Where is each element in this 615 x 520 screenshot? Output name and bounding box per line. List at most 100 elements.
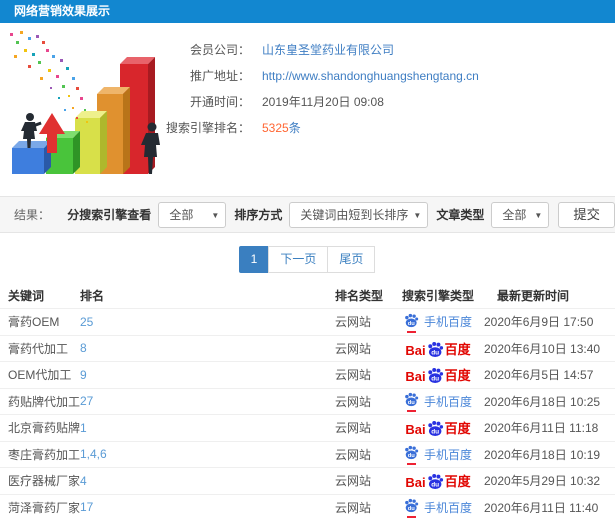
table-header-row: 关键词 排名 排名类型 搜索引擎类型 最新更新时间 bbox=[0, 283, 615, 308]
table-row: 菏泽膏药厂家 17 云网站 du 手机百度 2020年6月11日 11:40 bbox=[0, 493, 615, 520]
baidu-cn-text: 百度 bbox=[444, 368, 471, 384]
table-body: 膏药OEM 25 云网站 du 手机百度 2020年6月9日 17:50 膏药代… bbox=[0, 308, 615, 520]
mobile-baidu-label: 手机百度 bbox=[423, 315, 472, 330]
baidu-pc-logo: Bai du 百度 bbox=[405, 471, 471, 490]
keyword-cell: 北京膏药贴牌 bbox=[8, 421, 81, 436]
header-rank: 排名 bbox=[80, 289, 105, 303]
engine-filter-select[interactable]: 全部 ▼ bbox=[158, 201, 227, 228]
keyword-cell: 膏药代加工 bbox=[8, 341, 69, 356]
rank-link[interactable]: 27 bbox=[80, 394, 93, 408]
table-row: OEM代加工 9 云网站 Bai du 百度 2020年6月5日 14:57 bbox=[0, 361, 615, 388]
keyword-cell: 菏泽膏药厂家 bbox=[8, 500, 81, 515]
baidu-paw-icon: du bbox=[404, 498, 419, 519]
baidu-pc-logo: Bai du 百度 bbox=[405, 365, 471, 384]
chevron-down-icon: ▼ bbox=[211, 210, 220, 220]
article-type-select[interactable]: 全部 ▼ bbox=[491, 201, 550, 228]
sort-filter-label: 排序方式 bbox=[234, 208, 283, 222]
rank-type-cell: 云网站 bbox=[335, 341, 372, 356]
rank-count: 5325 bbox=[262, 121, 289, 135]
baidu-paw-icon: du bbox=[404, 445, 419, 466]
keyword-cell: OEM代加工 bbox=[8, 368, 72, 383]
sort-filter-select[interactable]: 关键词由短到长排序 ▼ bbox=[289, 201, 429, 228]
next-page-button[interactable]: 下一页 bbox=[268, 246, 329, 273]
confetti-decoration bbox=[10, 31, 88, 123]
company-link[interactable]: 山东皇圣堂药业有限公司 bbox=[262, 37, 394, 63]
keyword-cell: 枣庄膏药加工 bbox=[8, 447, 81, 462]
updated-time-cell: 2020年6月10日 13:40 bbox=[484, 341, 601, 356]
header-updated: 最新更新时间 bbox=[497, 289, 570, 303]
engine-filter-label: 分搜索引擎查看 bbox=[67, 208, 152, 222]
chevron-down-icon: ▼ bbox=[413, 210, 422, 220]
keyword-cell: 药贴牌代加工 bbox=[8, 394, 81, 409]
table-row: 药贴牌代加工 27 云网站 du 手机百度 2020年6月18日 10:25 bbox=[0, 387, 615, 415]
table-row: 北京膏药贴牌 1 云网站 Bai du 百度 2020年6月11日 11:18 bbox=[0, 414, 615, 441]
rank-type-cell: 云网站 bbox=[335, 500, 372, 515]
baidu-cn-text: 百度 bbox=[444, 474, 471, 490]
svg-text:du: du bbox=[408, 506, 416, 512]
table-row: 膏药OEM 25 云网站 du 手机百度 2020年6月9日 17:50 bbox=[0, 308, 615, 335]
svg-text:du: du bbox=[431, 376, 439, 383]
submit-button[interactable]: 提交 bbox=[558, 201, 615, 228]
chevron-down-icon: ▼ bbox=[534, 210, 543, 220]
filter-bar: 结果： 分搜索引擎查看 全部 ▼ 排序方式 关键词由短到长排序 ▼ 文章类型 全部 ▼… bbox=[0, 196, 615, 233]
table-row: 膏药代加工 8 云网站 Bai du 百度 2020年6月10日 13:40 bbox=[0, 334, 615, 362]
header-rank-type: 排名类型 bbox=[335, 289, 384, 303]
svg-text:du: du bbox=[408, 321, 416, 327]
rank-type-cell: 云网站 bbox=[335, 315, 372, 330]
rank-type-cell: 云网站 bbox=[335, 447, 372, 462]
rank-unit-link[interactable]: 条 bbox=[289, 121, 301, 135]
baidu-paw-icon: du bbox=[404, 313, 419, 333]
rank-link[interactable]: 4 bbox=[80, 474, 87, 488]
rank-link[interactable]: 17 bbox=[80, 500, 93, 514]
company-label: 会员公司： bbox=[189, 43, 250, 57]
article-type-label: 文章类型 bbox=[436, 208, 485, 222]
page-1-button[interactable]: 1 bbox=[238, 246, 270, 273]
mobile-baidu-label: 手机百度 bbox=[423, 500, 472, 515]
result-label: 结果： bbox=[14, 208, 51, 222]
company-row: 会员公司： 山东皇圣堂药业有限公司 bbox=[150, 37, 479, 63]
rank-link[interactable]: 1 bbox=[80, 421, 87, 435]
mobile-baidu-label: 手机百度 bbox=[423, 394, 472, 409]
baidu-paw-icon: du bbox=[404, 392, 419, 413]
info-section: 会员公司： 山东皇圣堂药业有限公司 推广地址： http://www.shand… bbox=[0, 23, 615, 196]
rank-link[interactable]: 9 bbox=[80, 368, 87, 382]
mobile-baidu-logo: du 手机百度 bbox=[404, 392, 472, 413]
baidu-bai-text: Bai bbox=[405, 342, 426, 358]
updated-time-cell: 2020年6月18日 10:19 bbox=[484, 447, 601, 462]
baidu-cn-text: 百度 bbox=[444, 421, 471, 437]
svg-text:du: du bbox=[431, 482, 439, 489]
last-page-button[interactable]: 尾页 bbox=[327, 246, 376, 273]
promo-url-row: 推广地址： http://www.shandonghuangshengtang.… bbox=[150, 63, 479, 89]
results-table: 关键词 排名 排名类型 搜索引擎类型 最新更新时间 膏药OEM 25 云网站 d… bbox=[0, 283, 615, 520]
mobile-baidu-logo: du 手机百度 bbox=[404, 445, 472, 466]
engine-rank-row: 搜索引擎排名： 5325条 bbox=[150, 115, 479, 141]
rank-link[interactable]: 1,4,6 bbox=[80, 447, 107, 461]
rank-link[interactable]: 25 bbox=[80, 315, 93, 329]
open-time-row: 开通时间： 2019年11月20日 09:08 bbox=[150, 89, 479, 115]
rank-type-cell: 云网站 bbox=[335, 394, 372, 409]
updated-time-cell: 2020年6月11日 11:40 bbox=[484, 500, 599, 515]
mobile-baidu-label: 手机百度 bbox=[423, 447, 472, 462]
svg-text:du: du bbox=[431, 429, 439, 436]
pagination: 1 下一页 尾页 bbox=[0, 246, 615, 273]
baidu-paw-icon: du bbox=[427, 474, 443, 490]
rank-link[interactable]: 8 bbox=[80, 341, 87, 355]
baidu-paw-icon: du bbox=[427, 421, 443, 437]
open-time-label: 开通时间： bbox=[189, 95, 250, 109]
company-info-block: 会员公司： 山东皇圣堂药业有限公司 推广地址： http://www.shand… bbox=[150, 37, 479, 141]
svg-text:du: du bbox=[408, 400, 416, 406]
keyword-cell: 医疗器械厂家 bbox=[8, 474, 81, 489]
promo-url-link[interactable]: http://www.shandonghuangshengtang.cn bbox=[262, 63, 479, 89]
table-row: 医疗器械厂家 4 云网站 Bai du 百度 2020年5月29日 10:32 bbox=[0, 467, 615, 494]
page-title: 网络营销效果展示 bbox=[0, 0, 615, 23]
baidu-paw-icon: du bbox=[427, 368, 443, 384]
header-engine-type: 搜索引擎类型 bbox=[401, 289, 474, 303]
baidu-paw-icon: du bbox=[427, 341, 443, 357]
svg-text:du: du bbox=[431, 349, 439, 356]
rank-type-cell: 云网站 bbox=[335, 421, 372, 436]
updated-time-cell: 2020年6月9日 17:50 bbox=[484, 315, 594, 330]
baidu-bai-text: Bai bbox=[405, 422, 426, 438]
engine-rank-label: 搜索引擎排名： bbox=[165, 121, 250, 135]
updated-time-cell: 2020年6月18日 10:25 bbox=[484, 394, 601, 409]
rank-type-cell: 云网站 bbox=[335, 474, 372, 489]
